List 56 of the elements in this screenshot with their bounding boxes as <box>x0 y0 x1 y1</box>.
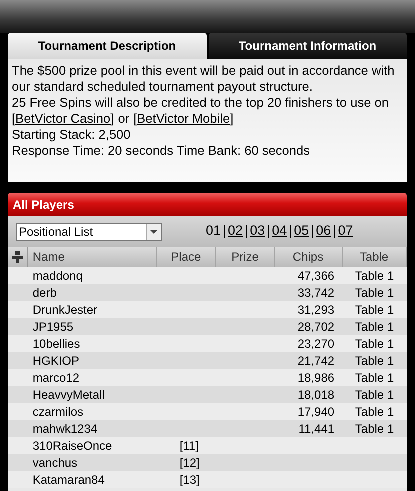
table-cell: [13] <box>180 472 200 486</box>
table-cell: czarmilos <box>32 404 84 418</box>
table-cell: Table 1 <box>355 302 394 316</box>
table-cell: Table 1 <box>355 286 394 300</box>
table-cell: 310RaiseOnce <box>32 438 112 452</box>
list-dropdown[interactable]: Positional List <box>16 222 162 240</box>
page-link[interactable]: 01 <box>206 221 222 242</box>
description-text: The $500 prize pool in this event will be paid out in accordance with our standard scheduled tournament payout structure. <box>12 63 396 95</box>
description-text: 25 Free Spins will also be credited to the top 20 finishers to use on <box>12 95 390 111</box>
table-cell: JP1955 <box>32 320 74 334</box>
tab[interactable]: Tournament Description <box>8 33 206 59</box>
tab[interactable]: Tournament Information <box>208 33 407 59</box>
table-cell: derb <box>32 286 57 300</box>
page-link[interactable]: 03 <box>250 221 266 242</box>
table-cell: vanchus <box>32 456 78 470</box>
table-cell: HGKIOP <box>32 354 80 368</box>
table-cell: 11,441 <box>298 422 335 436</box>
table-cell: 18,986 <box>298 370 335 384</box>
table-cell: DrunkJester <box>32 302 98 316</box>
table-cell: mahwk1234 <box>32 422 98 436</box>
dropdown-caret-icon <box>150 230 158 234</box>
seat-icon <box>12 251 23 263</box>
table-cell: Table 1 <box>355 268 394 282</box>
table-cell: [11] <box>180 438 199 452</box>
page-link[interactable]: 05 <box>294 221 310 242</box>
table-cell: Table 1 <box>355 404 394 418</box>
table-cell: 33,742 <box>298 286 335 300</box>
table-cell: 23,270 <box>298 336 335 350</box>
table-cell: [12] <box>180 456 200 470</box>
mobile-link[interactable]: [BetVictor Mobile] <box>134 111 234 127</box>
table-cell: marco12 <box>32 370 80 384</box>
casino-link[interactable]: [BetVictor Casino] <box>12 111 114 127</box>
table-cell: 21,742 <box>298 354 335 368</box>
starting-stack-text: Starting Stack: 2,500 <box>12 127 132 143</box>
table-cell: Table 1 <box>355 422 394 436</box>
table-cell: Table 1 <box>355 336 394 350</box>
table-cell: Table 1 <box>355 320 394 334</box>
page-link[interactable]: 06 <box>316 221 332 242</box>
table-cell: 47,366 <box>298 268 335 282</box>
table-cell: 28,702 <box>298 320 335 334</box>
table-cell: 17,940 <box>298 404 335 418</box>
timing-text: Response Time: 20 seconds Time Bank: 60 seconds <box>12 143 312 159</box>
table-cell: Table 1 <box>355 370 394 384</box>
page-link[interactable]: 04 <box>272 221 288 242</box>
page-link[interactable]: 02 <box>228 221 244 242</box>
table-cell: Katamaran84 <box>32 472 105 486</box>
table-cell: HeavvyMetall <box>32 388 105 402</box>
panel-title: All Players <box>13 196 74 214</box>
joiner-text: or <box>118 111 130 127</box>
table-cell: maddonq <box>32 268 83 282</box>
table-cell: 10bellies <box>32 336 80 350</box>
table-cell: Table 1 <box>355 354 394 368</box>
table-cell: Table 1 <box>355 388 394 402</box>
table-cell: 31,293 <box>298 302 335 316</box>
table-cell: 18,018 <box>298 388 335 402</box>
page-link[interactable]: 07 <box>338 221 354 242</box>
